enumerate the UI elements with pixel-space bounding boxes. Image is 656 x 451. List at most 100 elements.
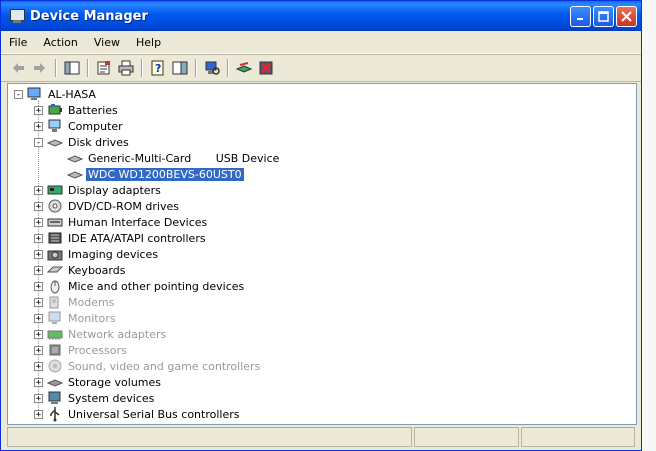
keyboard-icon [47, 262, 63, 278]
scan-hardware-button[interactable] [201, 57, 223, 79]
tree-item[interactable]: + Keyboards [34, 262, 127, 278]
toolbar-separator [195, 59, 197, 77]
tree-item[interactable]: + Computer [34, 118, 125, 134]
expand-icon[interactable]: + [34, 361, 43, 371]
device-manager-window: Device Manager File Action View Help ? -… [0, 0, 642, 451]
tree-item-label: IDE ATA/ATAPI controllers [68, 231, 206, 245]
uninstall-button[interactable] [255, 57, 277, 79]
expand-icon[interactable]: + [34, 185, 43, 195]
device-manager-icon [9, 8, 25, 24]
menu-bar: File Action View Help [1, 31, 641, 54]
window-title: Device Manager [30, 8, 148, 24]
tree-child-item[interactable]: Generic-Multi-Card USB Device [54, 150, 281, 166]
tree-item-label: Monitors [68, 311, 116, 325]
back-arrow-icon [13, 63, 24, 73]
properties-button[interactable] [93, 57, 115, 79]
expand-icon[interactable]: + [34, 393, 43, 403]
expand-icon[interactable]: + [34, 345, 43, 355]
tree-item[interactable]: + IDE ATA/ATAPI controllers [34, 230, 208, 246]
expand-icon[interactable]: + [34, 329, 43, 339]
system-device-icon [47, 390, 63, 406]
scan-hardware-icon [205, 61, 220, 75]
update-driver-button[interactable] [233, 57, 255, 79]
tree-item-label: System devices [68, 391, 155, 405]
tree-item[interactable]: + Network adapters [34, 326, 168, 342]
tree-item[interactable]: + Imaging devices [34, 246, 160, 262]
tree-root[interactable]: - AL-HASA [14, 86, 98, 102]
tree-item[interactable]: + Human Interface Devices [34, 214, 209, 230]
toolbar: ? [1, 54, 641, 82]
uninstall-icon [259, 61, 273, 75]
expand-icon[interactable]: + [34, 233, 43, 243]
tree-item[interactable]: + Universal Serial Bus controllers [34, 406, 241, 422]
show-hide-tree-button[interactable] [61, 57, 83, 79]
processor-icon [47, 342, 63, 358]
tree-item-label: Processors [68, 343, 127, 357]
print-button[interactable] [115, 57, 137, 79]
tree-item[interactable]: + DVD/CD-ROM drives [34, 198, 181, 214]
tree-item[interactable]: + Mice and other pointing devices [34, 278, 246, 294]
tree-item-label: Human Interface Devices [68, 215, 208, 229]
status-pane-main [7, 427, 412, 447]
tree-item[interactable]: + Processors [34, 342, 129, 358]
minimize-button[interactable] [570, 5, 591, 27]
back-button[interactable] [7, 57, 29, 79]
status-bar [7, 427, 637, 447]
close-icon [621, 10, 632, 22]
tree-item-label: AL-HASA [48, 87, 96, 101]
tree-item[interactable]: + Sound, video and game controllers [34, 358, 262, 374]
computer-icon [27, 86, 43, 102]
menu-view[interactable]: View [86, 36, 128, 49]
tree-child-item[interactable]: WDC WD1200BEVS-60UST0 [54, 166, 244, 182]
maximize-icon [598, 10, 609, 22]
tree-item-label: Network adapters [68, 327, 167, 341]
tree-item-label: Imaging devices [68, 247, 159, 261]
storage-volume-icon [47, 374, 63, 390]
menu-file[interactable]: File [1, 36, 35, 49]
disk-drive-icon [67, 150, 83, 166]
status-pane-3 [521, 427, 636, 447]
close-button[interactable] [616, 5, 637, 27]
expand-icon[interactable]: + [34, 281, 43, 291]
tree-item[interactable]: + Batteries [34, 102, 120, 118]
menu-action[interactable]: Action [35, 36, 85, 49]
tree-item[interactable]: + Storage volumes [34, 374, 163, 390]
toolbar-separator [55, 59, 57, 77]
tree-item-label: Mice and other pointing devices [68, 279, 245, 293]
expand-icon[interactable]: + [34, 377, 43, 387]
device-tree[interactable]: - AL-HASA + Batteries + Computer - Disk drives G… [7, 83, 637, 425]
expand-icon[interactable]: + [34, 265, 43, 275]
forward-button[interactable] [29, 57, 51, 79]
computer-icon [47, 118, 63, 134]
svg-text:?: ? [155, 62, 161, 75]
expand-icon[interactable]: + [34, 409, 43, 419]
expand-icon[interactable]: + [34, 121, 43, 131]
tree-item[interactable]: + Display adapters [34, 182, 163, 198]
tree-item[interactable]: + System devices [34, 390, 156, 406]
background-edge [642, 0, 656, 451]
tree-item[interactable]: + Modems [34, 294, 116, 310]
help-button[interactable]: ? [147, 57, 169, 79]
expand-icon[interactable]: + [34, 297, 43, 307]
ide-controller-icon [47, 230, 63, 246]
expand-icon[interactable]: + [34, 313, 43, 323]
view-button[interactable] [169, 57, 191, 79]
tree-item[interactable]: + Monitors [34, 310, 118, 326]
tree-item-label: Storage volumes [68, 375, 162, 389]
disk-drive-icon [67, 166, 83, 182]
toolbar-separator [141, 59, 143, 77]
collapse-icon[interactable]: - [34, 137, 43, 147]
title-bar[interactable]: Device Manager [1, 1, 641, 31]
tree-item-label: WDC WD1200BEVS-60UST0 [86, 167, 244, 181]
expand-icon[interactable]: + [34, 105, 43, 115]
expand-icon[interactable]: + [34, 201, 43, 211]
camera-icon [47, 246, 63, 262]
tree-item[interactable]: - Disk drives [34, 134, 131, 150]
minimize-icon [576, 18, 583, 20]
display-adapter-icon [47, 182, 63, 198]
expand-icon[interactable]: + [34, 217, 43, 227]
menu-help[interactable]: Help [128, 36, 169, 49]
collapse-icon[interactable]: - [14, 89, 23, 99]
expand-icon[interactable]: + [34, 249, 43, 259]
maximize-button[interactable] [593, 5, 614, 27]
